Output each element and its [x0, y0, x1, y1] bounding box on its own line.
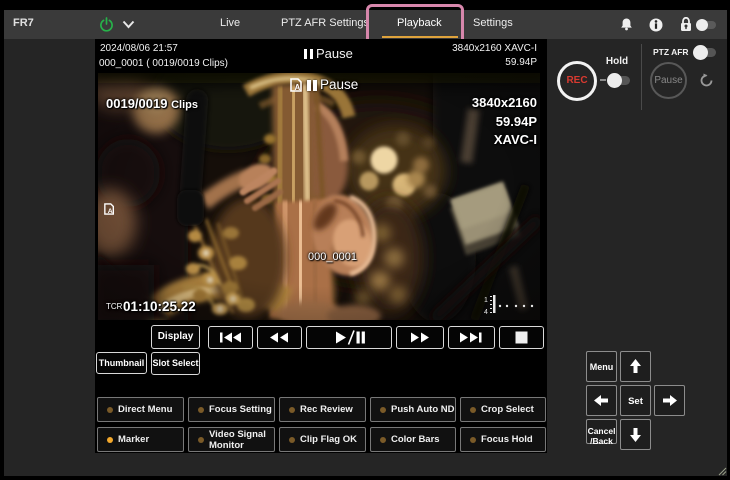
- svg-text:4: 4: [484, 309, 488, 315]
- svg-text:A: A: [108, 208, 113, 215]
- svg-text:A: A: [295, 83, 301, 92]
- svg-text:1: 1: [484, 297, 488, 304]
